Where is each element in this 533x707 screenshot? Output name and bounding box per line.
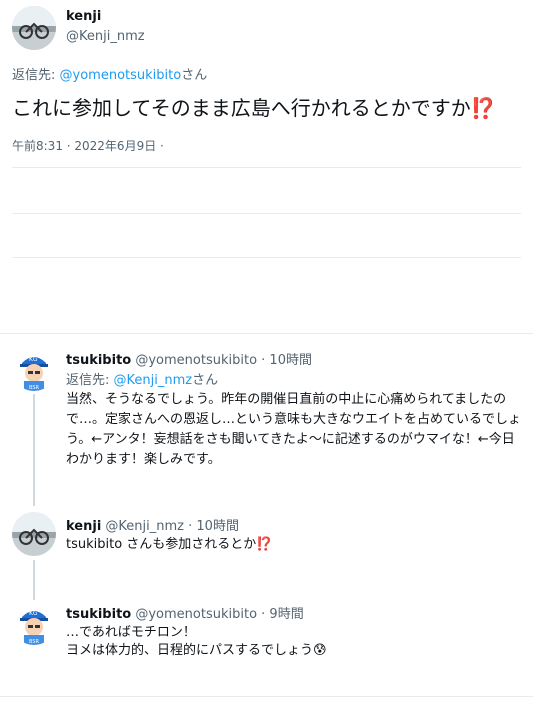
interrobang-icon: ⁉️ — [256, 537, 273, 552]
svg-text:KG: KG — [29, 356, 38, 363]
author-name[interactable]: kenji — [66, 519, 101, 534]
thread-line — [33, 560, 35, 600]
reply-prefix: 返信先: — [66, 373, 114, 388]
reply-text-body: ヨメは体力的、日程的にパスするでしょう — [66, 643, 314, 658]
reply-header: kenji @Kenji_nmz · 10時間 — [66, 515, 239, 534]
avatar-tsukibito[interactable]: KG BSR — [12, 601, 56, 645]
reply-time[interactable]: · 10時間 — [184, 519, 239, 534]
divider — [0, 696, 533, 697]
reply-time[interactable]: · 10時間 — [257, 353, 312, 368]
svg-text:BSR: BSR — [29, 639, 40, 645]
tweet-text: これに参加してそのまま広島へ行かれるとかですか⁉️ — [12, 94, 496, 122]
anxious-face-icon: 😰 — [313, 643, 327, 658]
reply-text: 当然、そうなるでしょう。昨年の開催日直前の中止に心痛められてましたので…。定家さ… — [66, 392, 522, 467]
reply-suffix: さん — [192, 373, 219, 388]
reply-to-link[interactable]: @Kenji_nmz — [114, 373, 193, 388]
reply-header: tsukibito @yomenotsukibito · 9時間 — [66, 603, 304, 622]
reply-suffix: さん — [181, 68, 208, 83]
reply-text-line2: ヨメは体力的、日程的にパスするでしょう😰 — [66, 641, 327, 661]
divider — [12, 167, 521, 168]
author-handle[interactable]: @Kenji_nmz — [105, 519, 184, 534]
avatar-tsukibito[interactable]: KG BSR — [12, 347, 56, 391]
divider — [12, 257, 521, 258]
author-name[interactable]: tsukibito — [66, 353, 131, 368]
tweet-timestamp[interactable]: 午前8:31 · 2022年6月9日 · — [12, 137, 164, 154]
author-name[interactable]: kenji — [66, 9, 101, 24]
svg-text:BSR: BSR — [29, 385, 40, 391]
reply-text: tsukibito さんも参加されるとか⁉️ — [66, 535, 272, 555]
svg-text:KG: KG — [29, 610, 38, 617]
reply-to-link[interactable]: @yomenotsukibito — [60, 68, 182, 83]
reply-context: 返信先: @yomenotsukibitoさん — [12, 64, 207, 83]
reply-context: 返信先: @Kenji_nmzさん — [66, 369, 218, 388]
author-handle[interactable]: @yomenotsukibito — [135, 353, 257, 368]
tweet-text-body: これに参加してそのまま広島へ行かれるとかですか — [12, 96, 471, 120]
reply-text-body: tsukibito さんも参加されるとか — [66, 537, 257, 552]
thread-line — [33, 394, 35, 506]
author-name[interactable]: tsukibito — [66, 607, 131, 622]
avatar-kenji[interactable] — [12, 6, 56, 50]
reply-time[interactable]: · 9時間 — [257, 607, 304, 622]
reply-prefix: 返信先: — [12, 68, 60, 83]
divider — [12, 213, 521, 214]
divider — [0, 333, 533, 334]
author-handle[interactable]: @Kenji_nmz — [66, 29, 145, 44]
interrobang-icon: ⁉️ — [470, 96, 496, 120]
avatar-kenji[interactable] — [12, 512, 56, 556]
reply-text-line1: …であればモチロン！ — [66, 625, 196, 640]
author-handle[interactable]: @yomenotsukibito — [135, 607, 257, 622]
reply-header: tsukibito @yomenotsukibito · 10時間 — [66, 349, 312, 368]
